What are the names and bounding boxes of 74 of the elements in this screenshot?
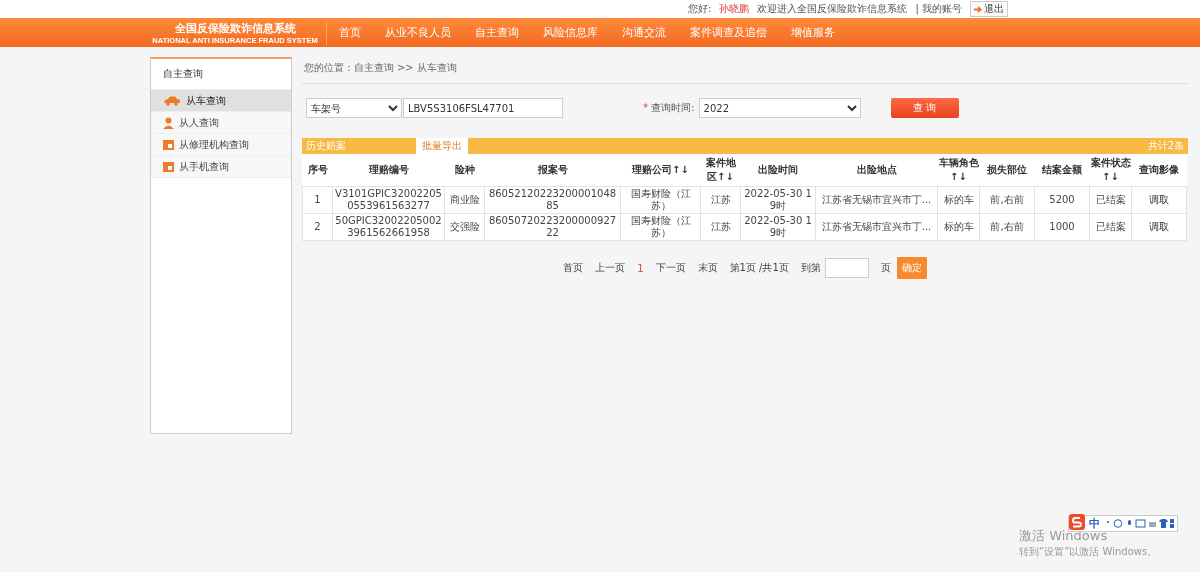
field-type-select[interactable]: 车架号	[306, 98, 402, 118]
calendar-icon	[163, 161, 174, 172]
page-input[interactable]	[824, 258, 869, 278]
column-header: 案件状态↑↓	[1089, 154, 1132, 187]
first-page-link[interactable]: 首页	[563, 261, 584, 275]
column-header: 理赔公司↑↓	[620, 154, 701, 187]
table-cell: 标的车	[937, 213, 980, 241]
logout-button[interactable]: 退出	[970, 1, 1008, 17]
table-cell: 8605212022320000104885	[484, 186, 621, 214]
column-header: 查询影像	[1131, 154, 1187, 187]
table-cell: 江苏	[700, 186, 741, 214]
table-cell: V3101GPIC320022050553961563277	[332, 186, 445, 214]
person-icon	[163, 116, 174, 129]
retrieve-link[interactable]: 调取	[1149, 221, 1169, 232]
ime-tools-icon[interactable]	[1104, 519, 1174, 528]
page-info: 第1页 /共1页	[729, 261, 789, 275]
last-page-link[interactable]: 末页	[697, 261, 718, 275]
user-name: 孙晓鹏	[719, 2, 750, 16]
page-unit: 页	[880, 261, 891, 275]
table-cell: 1	[302, 186, 333, 214]
ime-mode[interactable]: 中	[1089, 517, 1100, 530]
welcome-text: 欢迎进入全国反保险欺诈信息系统	[757, 2, 908, 16]
activation-text: 转到“设置”以激活 Windows。	[1019, 545, 1158, 559]
table-cell: 8605072022320000092722	[484, 213, 621, 241]
column-header: 出险地点	[815, 154, 938, 187]
table-cell: 前,右前	[979, 213, 1035, 241]
table-cell: 标的车	[937, 186, 980, 214]
table-cell: 江苏	[700, 213, 741, 241]
table-cell: 江苏省无锡市宜兴市丁...	[815, 186, 938, 214]
column-header: 结案金额	[1034, 154, 1090, 187]
column-header: 险种	[444, 154, 485, 187]
breadcrumb: 您的位置 : 自主查询 >> 从车查询	[302, 57, 1188, 84]
sidebar-item[interactable]: 从手机查询	[151, 156, 291, 178]
car-icon	[163, 95, 181, 106]
table-cell: 5200	[1034, 186, 1090, 214]
column-header: 损失部位	[979, 154, 1035, 187]
table-cell: 国寿财险（江苏）	[620, 213, 701, 241]
current-page[interactable]: 1	[637, 262, 644, 274]
table-cell: 50GPIC320022050023961562661958	[332, 213, 445, 241]
table-cell: 已结案	[1089, 213, 1132, 241]
table-cell: 已结案	[1089, 186, 1132, 214]
column-header: 案件地区↑↓	[700, 154, 741, 187]
account-link[interactable]: | 我的账号	[915, 2, 962, 16]
column-header: 理赔编号	[332, 154, 445, 187]
column-header: 报案号	[484, 154, 621, 187]
vin-input[interactable]: LBV5S3106FSL47701	[403, 98, 563, 118]
table-cell: 国寿财险（江苏）	[620, 186, 701, 214]
table-cell: 商业险	[444, 186, 485, 214]
table-cell: 前,右前	[979, 186, 1035, 214]
calendar-icon	[163, 139, 174, 150]
table-cell: 2022-05-30 19时	[740, 186, 816, 214]
column-header: 出险时间	[740, 154, 816, 187]
table-cell: 交强险	[444, 213, 485, 241]
time-label: * 查询时间:	[643, 101, 695, 115]
sidebar-item[interactable]: 从人查询	[151, 112, 291, 134]
table-cell: 2	[302, 213, 333, 241]
next-page-link[interactable]: 下一页	[655, 261, 686, 275]
time-select[interactable]: 2022	[698, 98, 861, 118]
total-count: 共计2条	[1147, 139, 1184, 153]
sidebar-item[interactable]: 从车查询	[151, 90, 291, 112]
column-header: 序号	[302, 154, 333, 187]
exit-arrow-icon	[974, 5, 982, 13]
goto-label: 到第	[800, 261, 821, 275]
ime-logo-icon	[1069, 513, 1085, 530]
retrieve-link[interactable]: 调取	[1149, 194, 1169, 205]
greeting-text: 您好:	[688, 2, 712, 16]
table-cell: 江苏省无锡市宜兴市丁...	[815, 213, 938, 241]
sidebar-item[interactable]: 从修理机构查询	[151, 134, 291, 156]
column-header: 车辆角色↑↓	[937, 154, 980, 187]
table-cell: 1000	[1034, 213, 1090, 241]
ime-toolbar[interactable]: 中	[1068, 515, 1178, 532]
prev-page-link[interactable]: 上一页	[595, 261, 626, 275]
table-title: 历史赔案	[306, 139, 346, 153]
table-cell: 2022-05-30 19时	[740, 213, 816, 241]
